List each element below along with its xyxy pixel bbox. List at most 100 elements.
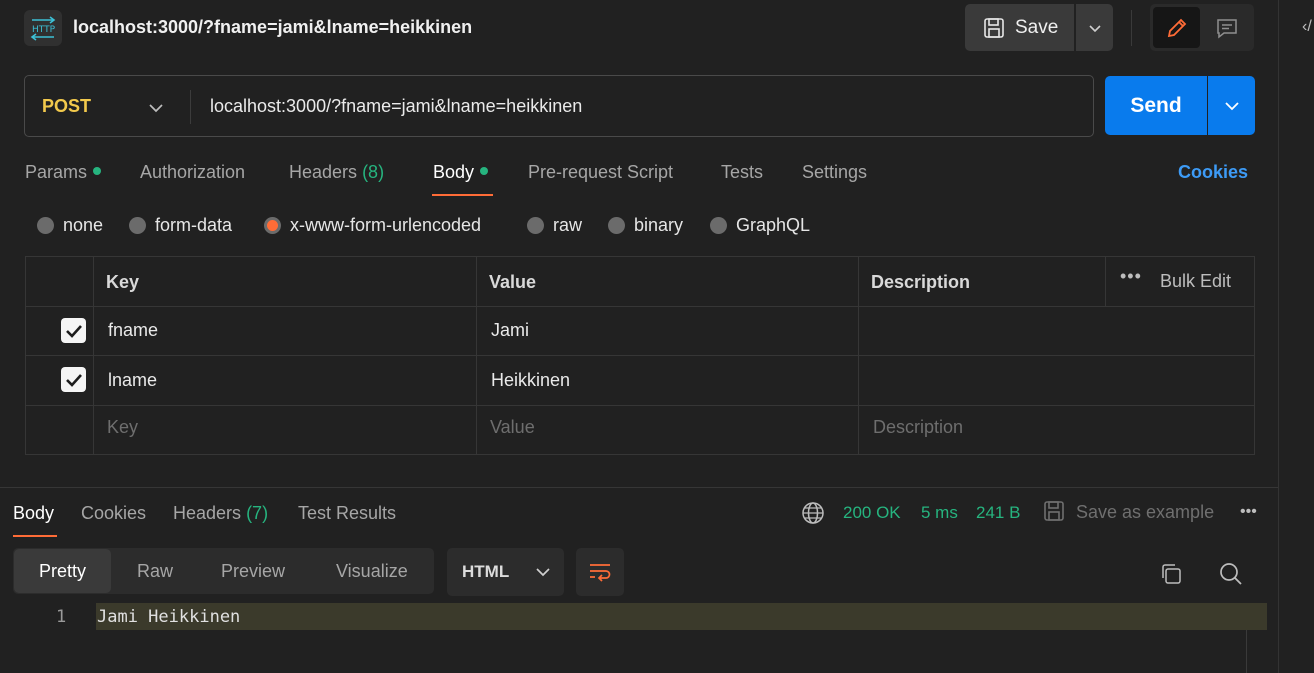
radio-circle: [527, 217, 544, 234]
view-pretty-button[interactable]: Pretty: [14, 549, 111, 593]
radio-circle: [608, 217, 625, 234]
tab-authorization[interactable]: Authorization: [140, 162, 245, 183]
row-key[interactable]: lname: [108, 370, 157, 391]
pencil-icon: [1167, 18, 1186, 37]
row-value[interactable]: Jami: [491, 320, 529, 341]
new-description-input[interactable]: Description: [873, 417, 963, 438]
cookies-link[interactable]: Cookies: [1178, 162, 1248, 183]
tab-body[interactable]: Body: [433, 162, 489, 183]
language-select[interactable]: HTML: [447, 548, 564, 596]
save-options-button[interactable]: [1076, 4, 1113, 51]
save-as-example-button[interactable]: Save as example: [1076, 502, 1214, 523]
row-checkbox[interactable]: [61, 367, 86, 392]
active-tab-indicator: [432, 194, 493, 196]
more-options-icon[interactable]: •••: [1120, 266, 1142, 287]
http-request-icon: HTTP: [24, 10, 62, 46]
table-column-divider: [1105, 256, 1106, 306]
tab-pre-request-script[interactable]: Pre-request Script: [528, 162, 673, 183]
table-divider: [25, 405, 1255, 406]
save-icon: [984, 17, 1004, 38]
edit-button[interactable]: [1153, 7, 1200, 48]
radio-binary[interactable]: binary: [608, 215, 683, 236]
chevron-down-icon: [1088, 24, 1101, 32]
method-select[interactable]: POST: [42, 96, 91, 117]
checkmark-icon: [65, 324, 82, 338]
comments-button[interactable]: [1204, 7, 1250, 48]
response-tab-test-results[interactable]: Test Results: [298, 503, 396, 524]
new-value-input[interactable]: Value: [490, 417, 535, 438]
save-icon: [1043, 500, 1065, 527]
request-title[interactable]: localhost:3000/?fname=jami&lname=heikkin…: [73, 17, 472, 38]
tab-headers[interactable]: Headers (8): [289, 162, 384, 183]
line-number: 1: [56, 607, 67, 627]
radio-label: none: [63, 215, 104, 235]
response-body-text[interactable]: Jami Heikkinen: [97, 607, 240, 627]
status-dot-icon: [93, 167, 102, 176]
row-key[interactable]: fname: [108, 320, 158, 341]
tab-settings[interactable]: Settings: [802, 162, 867, 183]
code-snippet-icon[interactable]: ‹/: [1302, 18, 1312, 36]
tab-params-label: Params: [25, 162, 88, 182]
column-header-value: Value: [489, 272, 537, 292]
headers-count: (8): [362, 162, 385, 182]
row-value[interactable]: Heikkinen: [491, 370, 570, 391]
more-options-icon[interactable]: •••: [1240, 503, 1257, 521]
radio-graphql[interactable]: GraphQL: [710, 215, 810, 236]
response-tab-body[interactable]: Body: [13, 503, 54, 524]
editor-ruler: [1246, 630, 1247, 673]
save-button[interactable]: Save: [965, 4, 1074, 51]
active-tab-indicator: [13, 535, 57, 537]
bulk-edit-button[interactable]: Bulk Edit: [1160, 271, 1231, 292]
response-tab-headers-label: Headers: [173, 503, 242, 523]
radio-form-data[interactable]: form-data: [129, 215, 232, 236]
right-sidebar-border: [1278, 0, 1279, 673]
radio-label: GraphQL: [736, 215, 811, 235]
response-tab-cookies[interactable]: Cookies: [81, 503, 146, 524]
row-checkbox[interactable]: [61, 318, 86, 343]
send-button[interactable]: Send: [1105, 76, 1207, 135]
view-preview-button[interactable]: Preview: [221, 561, 285, 582]
wrap-lines-icon: [590, 564, 611, 582]
radio-label: form-data: [155, 215, 233, 235]
globe-icon[interactable]: [801, 501, 825, 530]
save-label: Save: [1015, 16, 1059, 38]
tab-params[interactable]: Params: [25, 162, 102, 183]
radio-circle: [37, 217, 54, 234]
url-input[interactable]: localhost:3000/?fname=jami&lname=heikkin…: [210, 96, 582, 117]
word-wrap-button[interactable]: [576, 548, 624, 596]
table-divider: [25, 355, 1255, 356]
table-column-divider: [476, 256, 477, 455]
chevron-down-icon[interactable]: [148, 98, 164, 119]
url-divider: [190, 90, 191, 124]
new-key-input[interactable]: Key: [107, 417, 138, 438]
response-tab-headers[interactable]: Headers (7): [173, 503, 268, 524]
chevron-down-icon: [1224, 101, 1239, 110]
status-code[interactable]: 200 OK: [843, 503, 901, 523]
highlighted-code-line: [96, 603, 1267, 630]
response-divider[interactable]: [0, 487, 1278, 488]
comment-icon: [1217, 18, 1237, 39]
send-options-button[interactable]: [1208, 76, 1255, 135]
radio-label: binary: [634, 215, 684, 235]
response-size[interactable]: 241 B: [976, 503, 1020, 523]
table-column-divider: [93, 256, 94, 455]
response-headers-count: (7): [246, 503, 269, 523]
table-divider: [25, 306, 1255, 307]
radio-label: raw: [553, 215, 583, 235]
view-visualize-button[interactable]: Visualize: [336, 561, 408, 582]
column-header-key: Key: [106, 272, 140, 292]
view-raw-button[interactable]: Raw: [137, 561, 173, 582]
tab-tests[interactable]: Tests: [721, 162, 763, 183]
response-time[interactable]: 5 ms: [921, 503, 958, 523]
search-icon[interactable]: [1218, 561, 1244, 592]
chevron-down-icon: [536, 568, 550, 577]
copy-icon[interactable]: [1159, 562, 1183, 591]
radio-circle: [710, 217, 727, 234]
toolbar-divider: [1131, 10, 1132, 46]
radio-raw[interactable]: raw: [527, 215, 582, 236]
tab-body-label: Body: [433, 162, 475, 182]
radio-none[interactable]: none: [37, 215, 103, 236]
radio-x-www-form-urlencoded[interactable]: x-www-form-urlencoded: [264, 215, 481, 236]
radio-circle: [129, 217, 146, 234]
radio-circle-selected: [264, 217, 281, 234]
